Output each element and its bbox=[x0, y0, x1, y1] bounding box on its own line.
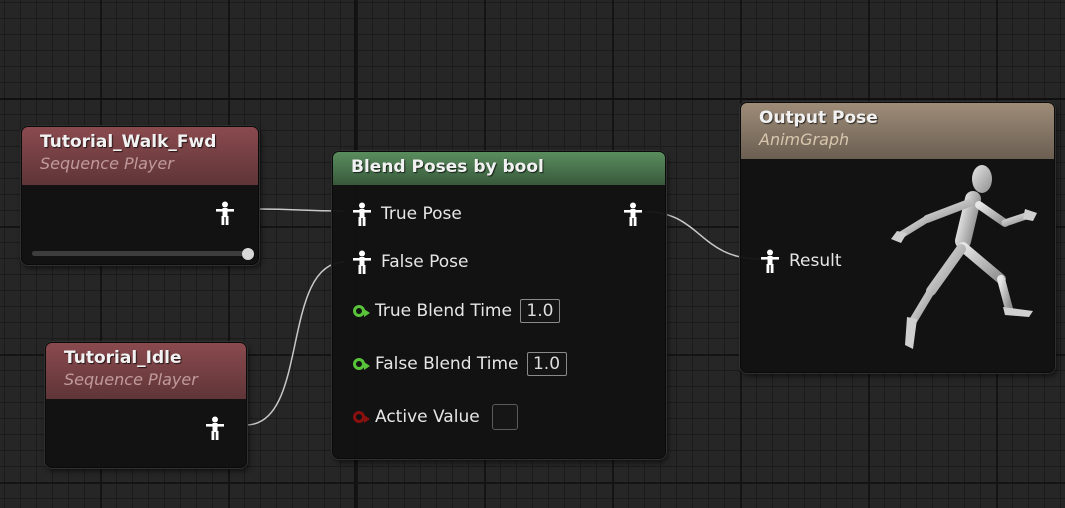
pose-pin-icon[interactable] bbox=[353, 202, 371, 226]
node-subtitle: Sequence Player bbox=[40, 154, 174, 173]
pin-label: Active Value bbox=[375, 407, 480, 427]
result-input-pin[interactable]: Result bbox=[761, 249, 842, 273]
playback-slider-knob[interactable] bbox=[242, 248, 254, 260]
true-blend-time-input[interactable]: 1.0 bbox=[519, 299, 560, 323]
node-title: Tutorial_Walk_Fwd bbox=[40, 132, 217, 152]
running-mannequin-icon bbox=[891, 165, 1037, 349]
pose-pin-icon[interactable] bbox=[624, 202, 642, 226]
grid-major-line-h bbox=[0, 98, 1065, 100]
active-value-pin[interactable]: Active Value bbox=[353, 404, 518, 430]
pin-label: False Blend Time bbox=[375, 354, 519, 374]
float-pin-icon[interactable] bbox=[353, 305, 370, 317]
float-pin-icon[interactable] bbox=[353, 358, 370, 370]
true-blend-time-pin[interactable]: True Blend Time 1.0 bbox=[353, 299, 560, 323]
node-title: Blend Poses by bool bbox=[351, 157, 544, 177]
pin-label: False Pose bbox=[381, 252, 469, 272]
pose-pin-icon[interactable] bbox=[216, 201, 234, 225]
node-header[interactable]: Tutorial_Walk_Fwd Sequence Player bbox=[22, 127, 258, 185]
blend-poses-by-bool-node[interactable]: Blend Poses by bool True Pose False Pose… bbox=[332, 151, 666, 459]
node-subtitle: Sequence Player bbox=[64, 370, 198, 389]
wire-walk-to-true-pose[interactable] bbox=[257, 208, 344, 212]
false-blend-time-pin[interactable]: False Blend Time 1.0 bbox=[353, 352, 567, 376]
false-blend-time-input[interactable]: 1.0 bbox=[526, 352, 567, 376]
pose-pin-icon[interactable] bbox=[353, 250, 371, 274]
pose-output-pin[interactable] bbox=[624, 202, 642, 226]
pose-output-pin[interactable] bbox=[206, 416, 224, 440]
sequence-player-node-idle[interactable]: Tutorial_Idle Sequence Player bbox=[45, 342, 247, 468]
pose-pin-icon[interactable] bbox=[206, 416, 224, 440]
true-pose-input-pin[interactable]: True Pose bbox=[353, 202, 462, 226]
pose-pin-icon[interactable] bbox=[761, 249, 779, 273]
sequence-player-node-walk[interactable]: Tutorial_Walk_Fwd Sequence Player bbox=[21, 126, 259, 265]
output-pose-node[interactable]: Output Pose AnimGraph Result bbox=[740, 102, 1055, 373]
pin-label: True Blend Time bbox=[375, 301, 512, 321]
pin-label: Result bbox=[789, 251, 842, 271]
node-header[interactable]: Blend Poses by bool bbox=[333, 152, 665, 185]
playback-slider[interactable] bbox=[32, 251, 248, 256]
pose-output-pin[interactable] bbox=[216, 201, 234, 225]
wire-idle-to-false-pose[interactable] bbox=[245, 261, 346, 426]
node-header[interactable]: Output Pose AnimGraph bbox=[741, 103, 1054, 159]
bool-pin-icon[interactable] bbox=[353, 411, 370, 423]
pin-label: True Pose bbox=[381, 204, 462, 224]
node-title: Tutorial_Idle bbox=[64, 348, 182, 368]
active-value-checkbox[interactable] bbox=[491, 404, 518, 430]
node-subtitle: AnimGraph bbox=[759, 130, 850, 149]
node-title: Output Pose bbox=[759, 108, 878, 128]
node-header[interactable]: Tutorial_Idle Sequence Player bbox=[46, 343, 246, 399]
false-pose-input-pin[interactable]: False Pose bbox=[353, 250, 468, 274]
